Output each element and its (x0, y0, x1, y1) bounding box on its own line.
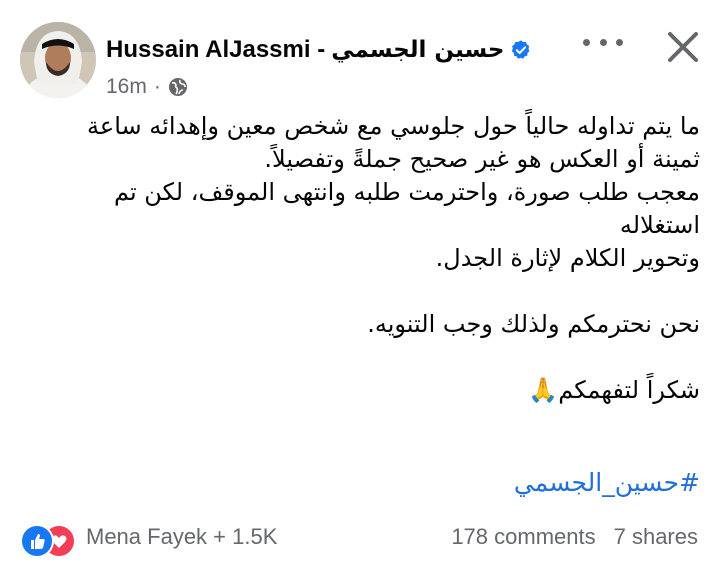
author-name-latin[interactable]: Hussain AlJassmi - (106, 36, 325, 64)
like-reaction-icon (20, 524, 54, 558)
post-body-text: ما يتم تداوله حالياً حول جلوسي مع شخص مع… (87, 112, 700, 404)
more-icon (616, 38, 623, 46)
more-options-button[interactable] (583, 30, 623, 54)
reaction-icons[interactable] (20, 524, 78, 558)
author-name-arabic[interactable]: حسين الجسمي (331, 37, 504, 63)
reactions-summary[interactable]: Mena Fayek + 1.5K (86, 524, 277, 550)
engagement-counts: 178 comments 7 shares (451, 524, 698, 550)
close-icon[interactable] (660, 24, 706, 70)
post-time[interactable]: 16m (106, 75, 147, 99)
globe-icon[interactable] (168, 77, 188, 97)
post-header: Hussain AlJassmi - حسين الجسمي 16m · (0, 0, 720, 110)
avatar-image (20, 22, 96, 98)
meta-separator: · (153, 75, 161, 98)
verified-badge-icon (512, 40, 530, 59)
author-name[interactable]: Hussain AlJassmi - حسين الجسمي (106, 33, 532, 67)
hashtag-link[interactable]: #حسين_الجسمي (514, 468, 700, 497)
more-icon (599, 38, 607, 46)
shares-count[interactable]: 7 shares (614, 524, 698, 550)
post-footer: Mena Fayek + 1.5K 178 comments 7 shares (0, 512, 720, 562)
avatar[interactable] (20, 22, 96, 98)
post-meta: 16m · (106, 72, 188, 102)
comments-count[interactable]: 178 comments (451, 524, 595, 550)
more-icon (583, 38, 590, 46)
